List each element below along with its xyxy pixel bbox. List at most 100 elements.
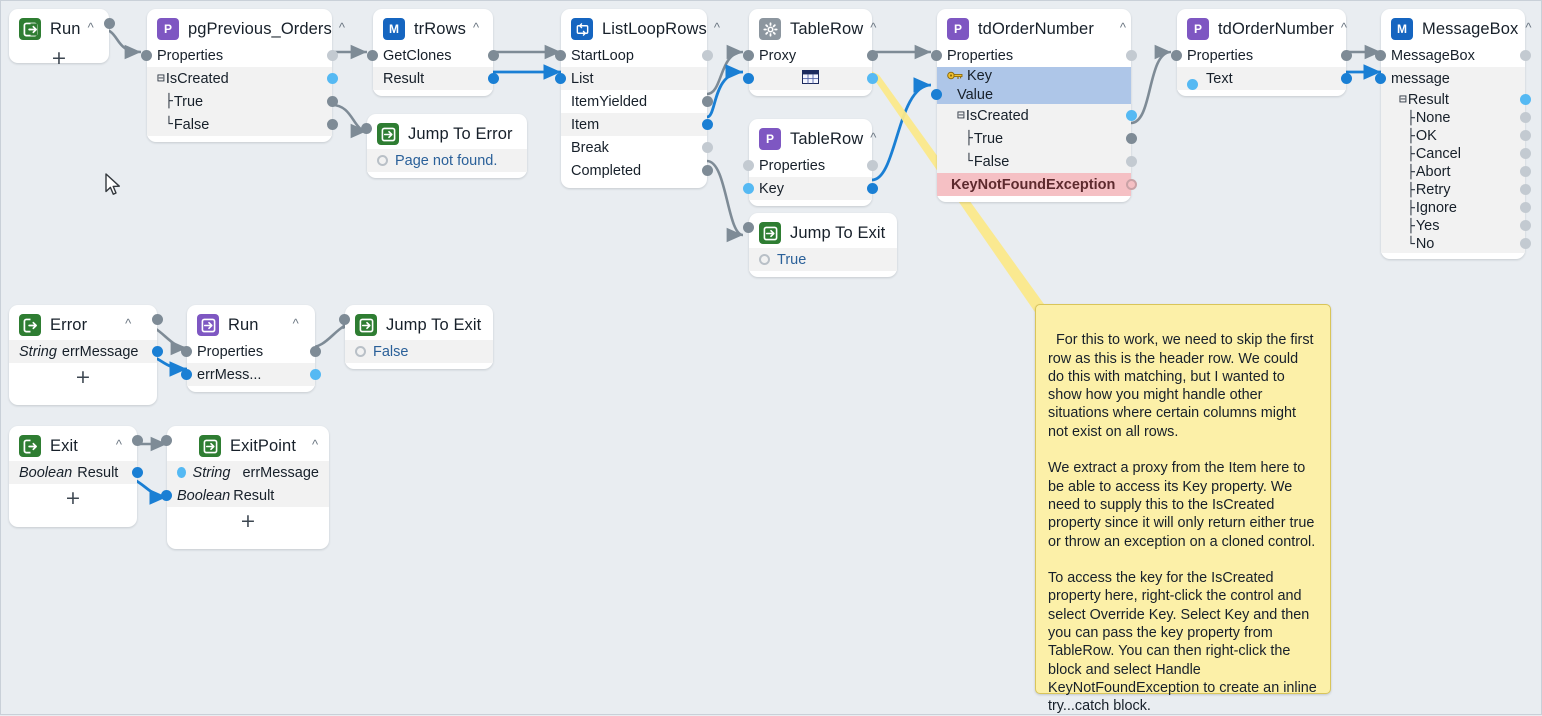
node-exit-entry[interactable]: Exit ^ Boolean Result + [9,426,143,527]
node-td-order-number-text[interactable]: P tdOrderNumber ^ Properties Text [1171,9,1352,96]
out-pin[interactable] [327,73,338,84]
out-pin[interactable] [1520,50,1531,61]
out-pin[interactable] [132,467,143,478]
out-pin[interactable] [1520,94,1531,105]
out-pin[interactable] [702,142,713,153]
node-row-itemyielded[interactable]: ItemYielded [561,90,713,113]
node-row-no[interactable]: └ No [1381,235,1531,253]
node-row-key[interactable]: Key [743,177,878,200]
chevron-up-icon[interactable]: ^ [1525,21,1531,34]
node-row-getclones[interactable]: GetClones [367,44,499,67]
node-row-proxy[interactable]: Proxy [743,44,878,67]
node-row-list[interactable]: List [555,67,707,90]
in-pin[interactable] [555,73,566,84]
out-pin[interactable] [327,119,338,130]
node-jump-to-exit-loop[interactable]: Jump To Exit True [743,213,897,277]
out-pin[interactable] [1520,166,1531,177]
out-pin[interactable] [132,435,143,446]
node-header[interactable]: Run ^ [187,311,315,340]
node-row-page-not-found[interactable]: Page not found. [367,149,527,172]
add-parameter-button[interactable]: + [9,48,109,68]
node-jump-to-error[interactable]: Jump To Error Page not found. [361,114,527,178]
node-row-errmessage[interactable]: String errMessage [167,461,329,484]
node-row-retry[interactable]: ├ Retry [1381,181,1531,199]
node-row-key[interactable]: Key [937,67,1131,85]
node-row-result[interactable]: Result [373,67,499,90]
node-table-row-key[interactable]: P TableRow ^ Properties Key [743,119,878,206]
in-pin[interactable] [743,160,754,171]
node-row-value[interactable]: Value [931,85,1131,104]
chevron-up-icon[interactable]: ^ [473,21,479,34]
node-row-cancel[interactable]: ├ Cancel [1381,145,1531,163]
node-run-sub[interactable]: Run ^ Properties errMess... [181,305,321,392]
node-header[interactable]: P tdOrderNumber ^ [937,15,1131,44]
in-pin[interactable] [141,50,152,61]
node-header[interactable]: M MessageBox ^ [1381,15,1532,44]
status-pin[interactable] [355,346,366,357]
out-pin[interactable] [1520,238,1531,249]
chevron-up-icon[interactable]: ^ [870,21,876,34]
node-row-result[interactable]: ⊟ Result [1381,90,1531,109]
out-pin[interactable] [867,50,878,61]
node-row-true[interactable]: True [749,248,897,271]
node-row-properties[interactable]: Properties [743,154,878,177]
out-pin[interactable] [1520,130,1531,141]
in-pin[interactable] [181,369,192,380]
out-pin[interactable] [1126,50,1137,61]
node-row-false[interactable]: └ False [147,113,338,136]
node-header[interactable]: Jump To Error [361,120,527,149]
in-pin[interactable] [177,467,186,478]
out-pin[interactable] [152,346,163,357]
node-row-errmessage[interactable]: String errMessage [9,340,163,363]
out-pin[interactable] [702,119,713,130]
node-row-abort[interactable]: ├ Abort [1381,163,1531,181]
node-header[interactable]: P TableRow ^ [749,125,876,154]
node-exit-point[interactable]: ExitPoint ^ String errMessage Boolean Re… [161,426,329,549]
out-pin[interactable] [867,183,878,194]
in-pin[interactable] [743,50,754,61]
in-pin[interactable] [931,50,942,61]
node-row-properties[interactable]: Properties [141,44,338,67]
status-pin[interactable] [377,155,388,166]
node-row-true[interactable]: ├ True [147,90,338,113]
out-pin[interactable] [1126,133,1137,144]
out-pin[interactable] [1520,184,1531,195]
node-row-iscreated[interactable]: ⊟ IsCreated [147,67,338,90]
node-row-properties[interactable]: Properties [1171,44,1352,67]
chevron-up-icon[interactable]: ^ [88,21,94,34]
add-parameter-button[interactable]: + [167,511,329,531]
out-pin[interactable] [1520,202,1531,213]
node-header[interactable]: ExitPoint ^ [161,432,329,461]
chevron-up-icon[interactable]: ^ [125,317,131,330]
node-row-false[interactable]: └ False [937,150,1137,173]
out-pin[interactable] [1126,156,1137,167]
node-td-order-number-key[interactable]: P tdOrderNumber ^ Properties Key Value ⊟… [931,9,1137,202]
out-pin[interactable] [1126,110,1137,121]
node-row-keynotfoundexception[interactable]: KeyNotFoundException [937,173,1137,196]
out-pin[interactable] [1520,148,1531,159]
in-pin[interactable] [931,89,942,100]
tree-collapse-icon[interactable]: ⊟ [1399,92,1407,107]
exception-pin[interactable] [1126,179,1137,190]
node-tr-rows[interactable]: M trRows ^ GetClones Result [367,9,499,96]
in-pin[interactable] [1375,73,1386,84]
out-pin[interactable] [702,96,713,107]
node-list-loop-rows[interactable]: ListLoopRows ^ StartLoop List ItemYielde… [555,9,720,188]
chevron-up-icon[interactable]: ^ [1120,21,1126,34]
add-parameter-button[interactable]: + [9,488,137,508]
out-pin[interactable] [488,50,499,61]
node-row-result[interactable]: Boolean Result [161,484,329,507]
node-header[interactable]: Run ^ [9,15,115,44]
in-pin[interactable] [743,222,754,233]
in-pin[interactable] [161,435,172,446]
out-pin[interactable] [1341,50,1352,61]
node-header[interactable]: Error ^ [9,311,163,340]
out-pin[interactable] [702,165,713,176]
node-table-row-proxy[interactable]: TableRow ^ Proxy [743,9,878,96]
node-header[interactable]: P tdOrderNumber ^ [1177,15,1347,44]
node-row-text[interactable]: Text [1177,67,1352,90]
out-pin[interactable] [1520,220,1531,231]
out-pin[interactable] [867,73,878,84]
in-pin[interactable] [1171,50,1182,61]
out-pin[interactable] [310,346,321,357]
